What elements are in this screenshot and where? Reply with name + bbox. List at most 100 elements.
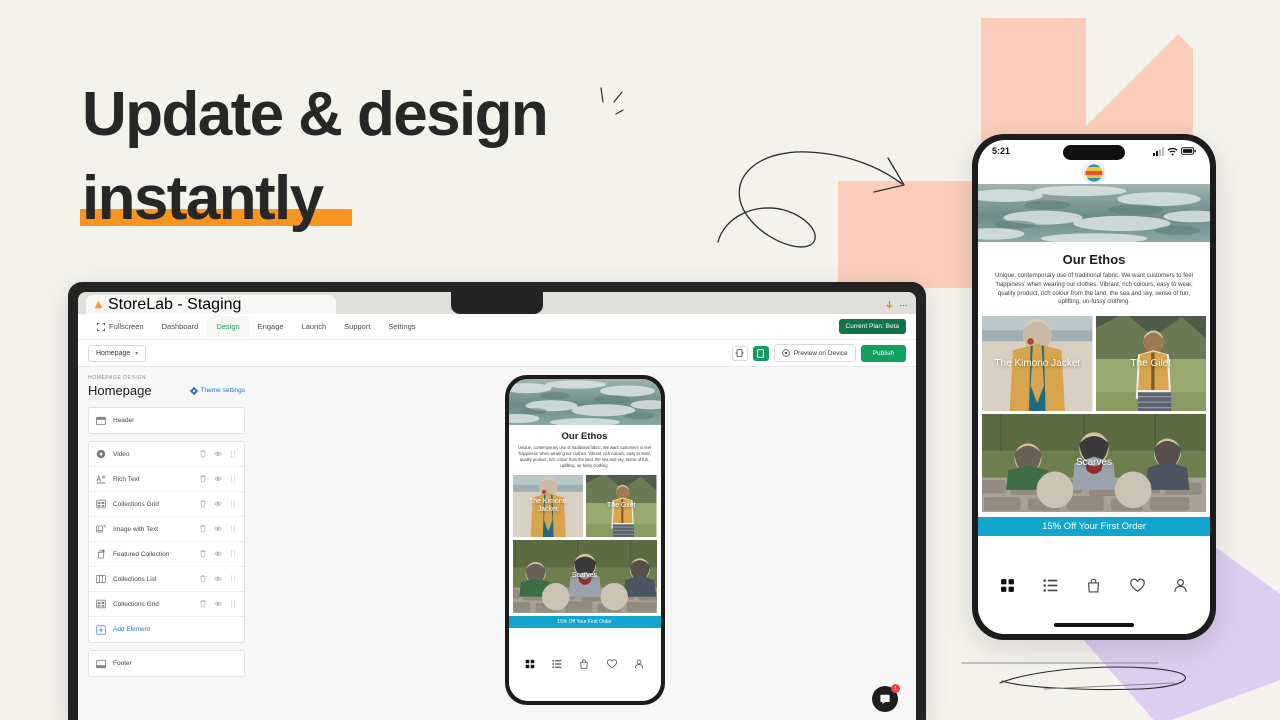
list-icon[interactable] [1043, 578, 1058, 593]
drag-handle-icon[interactable] [229, 525, 237, 533]
drag-handle-icon[interactable] [229, 450, 237, 458]
striped-circle-logo[interactable] [1083, 162, 1105, 184]
eye-icon[interactable] [214, 600, 222, 608]
browser-window: StoreLab - Staging ⋯ Fullscreen Dashboar… [78, 292, 916, 720]
sidebar-element-row[interactable]: Collections Grid [89, 492, 244, 517]
responsive-width-icon [735, 349, 744, 357]
page-elements-card: Video Rich Text Collections Grid Image with… [88, 441, 245, 643]
chat-launcher-button[interactable]: 1 [872, 684, 900, 712]
sidebar-element-label: Image with Text [113, 525, 159, 533]
drag-handle-icon[interactable] [229, 575, 237, 583]
trash-icon[interactable] [199, 550, 207, 558]
sidebar-element-row[interactable]: Featured Collection [89, 542, 244, 567]
sidebar-element-label: Collections Grid [113, 500, 159, 508]
nav-item-dashboard-label: Dashboard [161, 322, 199, 331]
ethos-title: Our Ethos [1062, 252, 1126, 267]
page-select-dropdown[interactable]: Homepage ▾ [88, 344, 147, 362]
person-icon[interactable] [1173, 578, 1188, 593]
status-time: 5:21 [992, 146, 1011, 156]
collection-tile[interactable]: The Kimono Jacket [982, 316, 1093, 412]
nav-item-settings[interactable]: Settings [379, 316, 424, 337]
current-plan-badge[interactable]: Current Plan: Beta [838, 319, 906, 334]
shopping-bag-icon[interactable] [1086, 578, 1101, 593]
collection-tile[interactable]: The Gilet [586, 474, 657, 537]
sidebar-element-row[interactable]: Rich Text [89, 467, 244, 492]
kebab-menu-icon[interactable]: ⋯ [900, 301, 909, 310]
nav-item-fullscreen[interactable]: Fullscreen [88, 316, 153, 337]
list-icon[interactable] [552, 659, 562, 669]
brand-logo-bar [978, 162, 1210, 184]
collection-tile-label: Scarves [571, 572, 598, 580]
browser-tab-title: StoreLab - Staging [108, 295, 242, 313]
drag-handle-icon[interactable] [229, 475, 237, 483]
eye-icon[interactable] [214, 475, 222, 483]
sidebar-item-footer[interactable]: Footer [89, 651, 244, 676]
element-row-actions [199, 475, 237, 483]
trash-icon[interactable] [199, 500, 207, 508]
responsive-width-button[interactable] [731, 345, 748, 361]
preview-phone-mockup: Our Ethos Unique, contemporary use of tr… [504, 375, 665, 705]
eye-icon[interactable] [214, 575, 222, 583]
status-icons [1153, 146, 1196, 156]
nav-item-support[interactable]: Support [335, 316, 379, 337]
grid-icon[interactable] [525, 659, 535, 669]
preview-on-device-button[interactable]: Preview on Device [773, 344, 856, 362]
shopping-bag-icon[interactable] [579, 659, 589, 670]
rich-text-icon [96, 474, 106, 484]
nav-item-dashboard[interactable]: Dashboard [153, 316, 208, 337]
nav-item-launch[interactable]: Launch [293, 316, 336, 337]
eye-icon[interactable] [214, 550, 222, 558]
hero-wave-image [978, 184, 1210, 242]
grid-icon[interactable] [1000, 578, 1015, 593]
sparkle-tick-doodle [600, 87, 624, 115]
sidebar-element-row[interactable]: Video [89, 442, 244, 467]
heart-icon[interactable] [606, 659, 617, 669]
eye-icon[interactable] [214, 525, 222, 533]
trash-icon[interactable] [199, 450, 207, 458]
subtoolbar-actions: Preview on Device Publish [731, 344, 906, 362]
curved-arrow-doodle [717, 151, 906, 248]
sidebar-element-label: Collections List [113, 575, 157, 583]
collection-tile[interactable]: The Kimono Jacket [512, 474, 583, 537]
page-select-label: Homepage [96, 349, 131, 357]
trash-icon[interactable] [199, 575, 207, 583]
grid-layout-icon [96, 599, 106, 609]
drag-handle-icon[interactable] [229, 500, 237, 508]
element-row-actions [199, 500, 237, 508]
sidebar-element-row[interactable]: Collections Grid [89, 592, 244, 617]
mobile-device-button[interactable] [752, 345, 769, 361]
collection-tile-label: The Kimono Jacket [994, 358, 1081, 370]
sidebar-element-row[interactable]: Image with Text [89, 517, 244, 542]
drag-handle-icon[interactable] [229, 600, 237, 608]
image-text-icon [96, 525, 106, 533]
heart-icon[interactable] [1129, 578, 1145, 593]
collection-tile[interactable]: The Gilet [1095, 316, 1206, 412]
promo-banner[interactable]: 15% Off Your First Order [978, 517, 1210, 537]
collection-tile-wide[interactable]: Scarves [982, 414, 1206, 513]
trash-icon[interactable] [199, 475, 207, 483]
publish-button[interactable]: Publish [860, 344, 906, 362]
collections-grid: The Kimono Jacket The Gilet [509, 474, 661, 537]
footer-section-card: Footer [88, 650, 245, 677]
person-icon[interactable] [634, 659, 644, 669]
nav-item-design[interactable]: Design [207, 316, 249, 337]
battery-icon [1181, 147, 1196, 155]
sidebar-element-row[interactable]: Collections List [89, 567, 244, 592]
nav-item-engage[interactable]: Engage [249, 316, 293, 337]
nav-item-design-label: Design [216, 322, 240, 331]
nav-item-launch-label: Launch [301, 322, 327, 331]
download-icon[interactable] [886, 301, 893, 310]
ethos-section: Our Ethos Unique, contemporary use of tr… [508, 425, 661, 475]
eye-icon[interactable] [214, 500, 222, 508]
promo-banner[interactable]: 15% Off Your First Order [508, 615, 661, 628]
theme-settings-link[interactable]: Theme settings [189, 386, 245, 395]
add-element-row[interactable]: Add Element [89, 617, 244, 642]
trash-icon[interactable] [199, 600, 207, 608]
trash-icon[interactable] [199, 525, 207, 533]
drag-handle-icon[interactable] [229, 550, 237, 558]
browser-tab[interactable]: StoreLab - Staging [86, 295, 336, 314]
sidebar-item-header[interactable]: Header [89, 408, 244, 433]
collection-tile-wide[interactable]: Scarves [512, 539, 657, 613]
design-workspace: HOMEPAGE DESIGN Homepage Theme settings … [78, 367, 916, 720]
eye-icon[interactable] [214, 450, 222, 458]
